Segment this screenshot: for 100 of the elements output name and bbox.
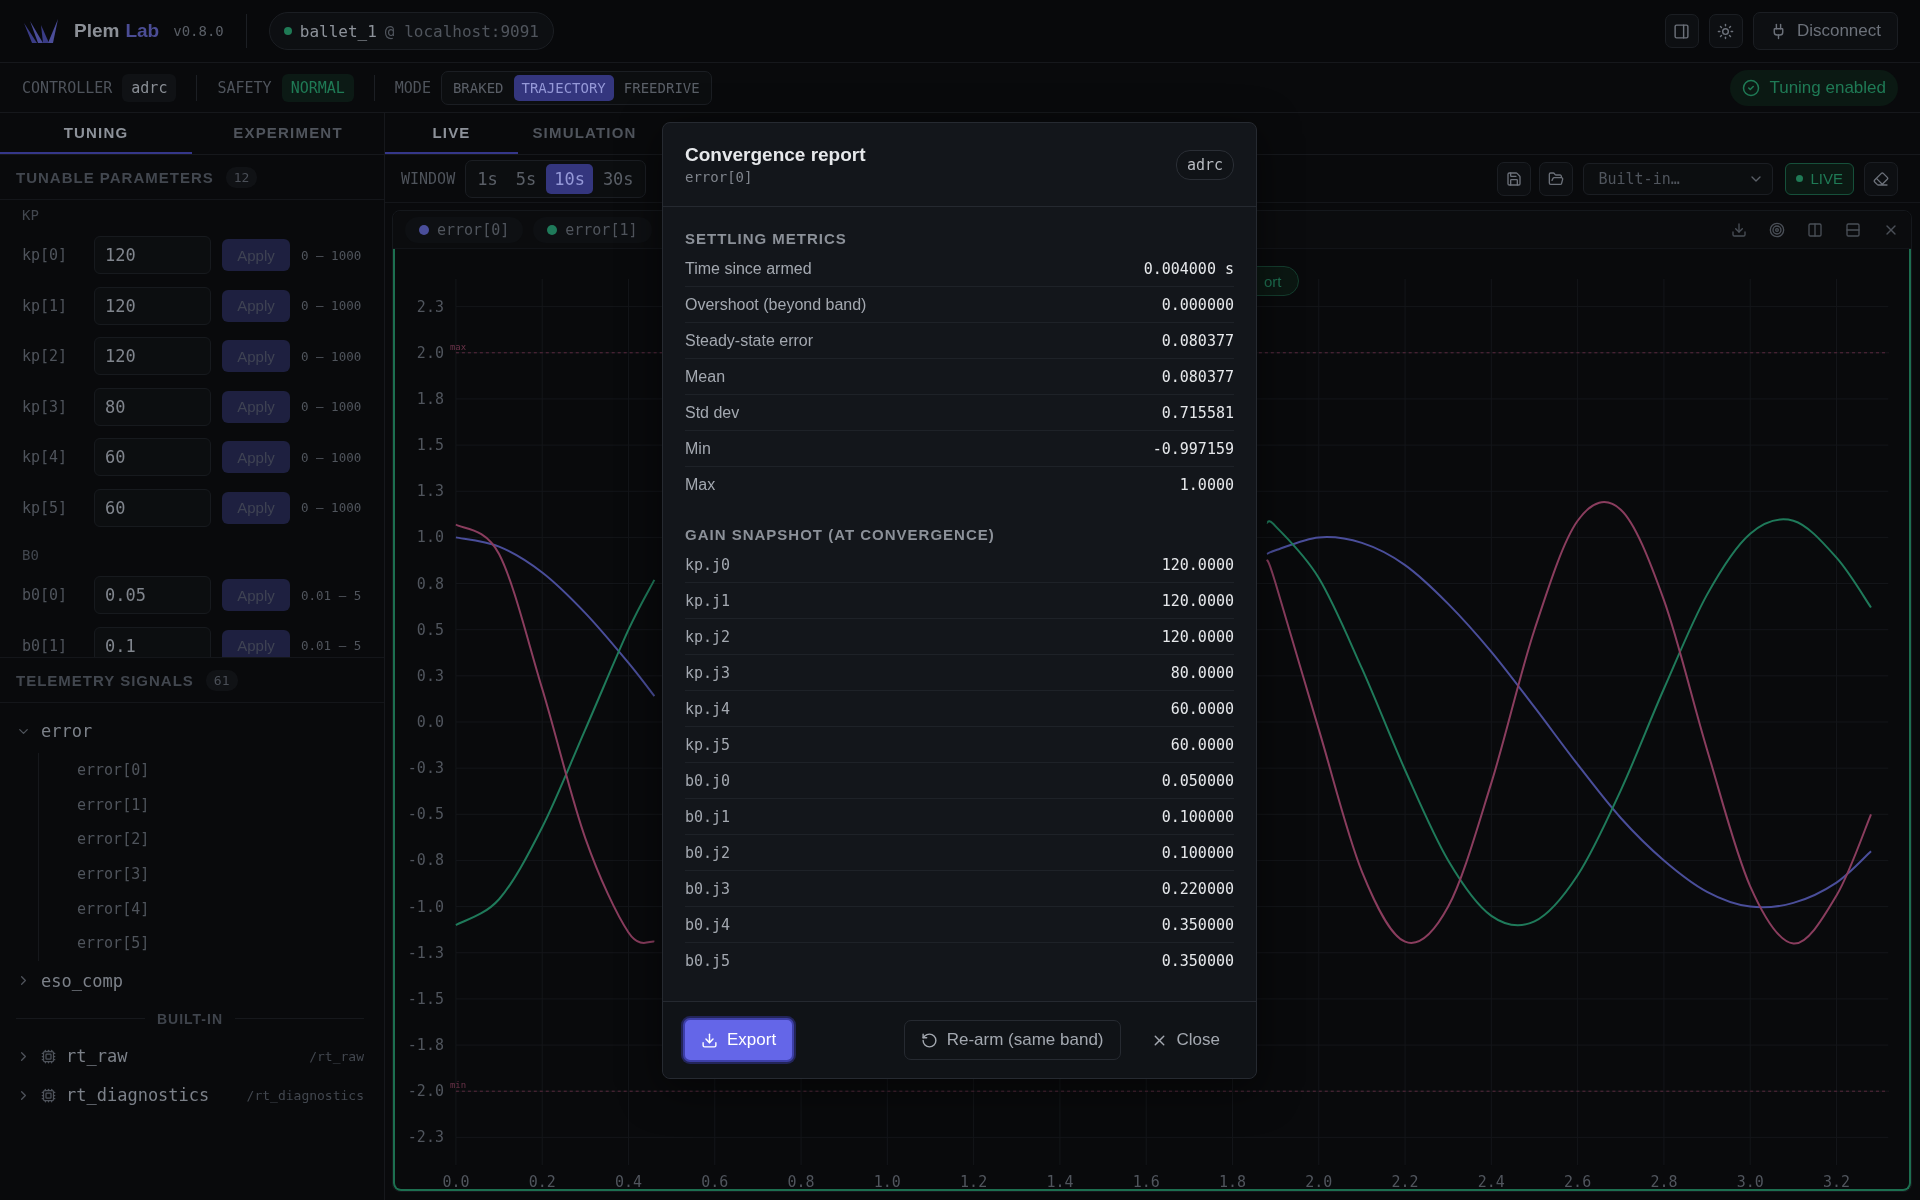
axis-label: 1.4	[1046, 1173, 1074, 1189]
tree-item[interactable]: error	[41, 721, 93, 741]
target-icon[interactable]	[1769, 221, 1785, 238]
rearm-button[interactable]: Re-arm (same band)	[903, 1020, 1121, 1060]
connection-host: @ localhost:9091	[384, 21, 539, 41]
metric-value: 0.080377	[1161, 331, 1234, 350]
signal-item[interactable]: error[5]	[77, 925, 384, 961]
axis-label: 3.0	[1736, 1173, 1764, 1189]
axis-label: -2.3	[407, 1128, 444, 1147]
signal-item[interactable]: error[0]	[77, 753, 384, 788]
axis-label: 2.0	[1305, 1173, 1333, 1189]
check-circle-icon	[1742, 78, 1761, 97]
disconnect-button[interactable]: Disconnect	[1752, 12, 1898, 50]
mode-option[interactable]: BRAKED	[444, 74, 512, 101]
metric-label: Steady-state error	[685, 331, 814, 350]
axis-label: -1.8	[407, 1036, 444, 1055]
topic-path: /rt_raw	[309, 1048, 364, 1064]
folder-icon	[1548, 170, 1565, 187]
axis-label: 1.6	[1132, 1173, 1160, 1189]
metric-value: 60.0000	[1170, 735, 1234, 754]
metric-label: b0.j3	[685, 879, 731, 898]
sun-icon	[1717, 22, 1735, 40]
sidebar-tab[interactable]: TUNING	[0, 113, 192, 154]
download-icon[interactable]	[1731, 221, 1747, 238]
metric-label: kp.j2	[685, 627, 731, 646]
metric-value: 0.715581	[1161, 403, 1234, 422]
split-rows-icon[interactable]	[1845, 221, 1861, 238]
view-tab[interactable]: LIVE	[385, 113, 518, 154]
mode-option[interactable]: FREEDRIVE	[615, 74, 708, 101]
metric-value: -0.997159	[1152, 439, 1234, 458]
count-badge: 12	[225, 166, 258, 188]
axis-label: 1.3	[416, 482, 444, 501]
preset-select[interactable]: Built-in…	[1583, 162, 1774, 195]
axis-label: 2.2	[1391, 1173, 1419, 1189]
section-title: TUNABLE PARAMETERS	[16, 168, 214, 186]
tree-item[interactable]: eso_comp	[41, 970, 123, 991]
clear-button[interactable]	[1864, 161, 1898, 196]
axis-label: 2.4	[1477, 1173, 1505, 1189]
axis-label: 2.8	[1650, 1173, 1678, 1189]
view-tab[interactable]: SIMULATION	[518, 113, 651, 154]
axis-label: 0.6	[701, 1173, 729, 1189]
robot-name: ballet_1	[299, 21, 377, 41]
metric-label: b0.j0	[685, 771, 731, 790]
axis-label: 0.0	[442, 1173, 470, 1189]
axis-label: -1.0	[407, 897, 444, 916]
parameter-range: 0 – 1000	[301, 298, 362, 314]
axis-label: 0.0	[416, 713, 444, 731]
close-button[interactable]: Close	[1134, 1020, 1236, 1060]
window-option[interactable]: 10s	[546, 163, 593, 194]
axis-label: 1.8	[1218, 1173, 1246, 1189]
parameter-name: kp[0]	[22, 246, 69, 265]
parameter-range: 0 – 1000	[301, 399, 362, 415]
tree-item[interactable]: rt_raw	[66, 1046, 128, 1067]
section-title: TELEMETRY SIGNALS	[16, 671, 194, 689]
parameter-name: kp[4]	[22, 448, 69, 467]
sidebar-toggle-button[interactable]	[1664, 14, 1699, 48]
export-button[interactable]: Export	[683, 1018, 795, 1062]
axis-label: 1.8	[416, 389, 444, 408]
metric-value: 0.000000	[1161, 295, 1234, 314]
axis-label: 1.0	[416, 528, 444, 547]
metric-label: Overshoot (beyond band)	[685, 295, 867, 314]
window-option[interactable]: 30s	[594, 163, 642, 194]
metric-label: kp.j5	[685, 735, 731, 754]
metric-value: 0.050000	[1161, 771, 1234, 790]
open-folder-button[interactable]	[1539, 161, 1574, 196]
metric-value: 120.0000	[1161, 627, 1234, 646]
controller-tag: adrc	[1175, 149, 1234, 180]
panel-icon	[1673, 22, 1691, 40]
tree-item[interactable]: rt_diagnostics	[66, 1085, 210, 1106]
metric-label: kp.j1	[685, 591, 731, 610]
mode-option[interactable]: TRAJECTORY	[513, 74, 614, 101]
window-option[interactable]: 5s	[507, 163, 545, 194]
signal-item[interactable]: error[1]	[77, 787, 384, 823]
axis-label: 0.8	[787, 1173, 815, 1189]
signal-item[interactable]: error[2]	[77, 822, 384, 857]
parameter-name: kp[1]	[22, 296, 69, 315]
parameter-name: b0[0]	[22, 586, 69, 605]
group-label: B0	[22, 547, 39, 563]
live-toggle[interactable]: LIVE	[1785, 162, 1854, 195]
axis-label: 0.4	[614, 1173, 642, 1189]
metric-value: 0.220000	[1161, 879, 1234, 898]
signal-item[interactable]: error[4]	[77, 891, 384, 926]
app-name: Plem	[74, 20, 120, 42]
split-columns-icon[interactable]	[1807, 221, 1823, 238]
parameter-name: b0[1]	[22, 636, 69, 655]
count-badge: 61	[205, 669, 238, 691]
section-title: SETTLING METRICS	[685, 228, 848, 249]
download-icon	[701, 1031, 718, 1049]
signal-item[interactable]: error[3]	[77, 856, 384, 892]
legend-item[interactable]: error[0]	[405, 216, 524, 243]
window-label: WINDOW	[401, 169, 456, 188]
axis-label: 0.2	[528, 1173, 556, 1189]
axis-label: 0.5	[416, 620, 444, 639]
window-option[interactable]: 1s	[469, 163, 506, 194]
sidebar-tab[interactable]: EXPERIMENT	[192, 113, 384, 154]
theme-button[interactable]	[1708, 14, 1743, 48]
save-button[interactable]	[1497, 161, 1532, 196]
axis-label: 1.5	[416, 436, 444, 455]
parameter-name: kp[5]	[22, 498, 69, 517]
legend-item[interactable]: error[1]	[533, 216, 652, 243]
